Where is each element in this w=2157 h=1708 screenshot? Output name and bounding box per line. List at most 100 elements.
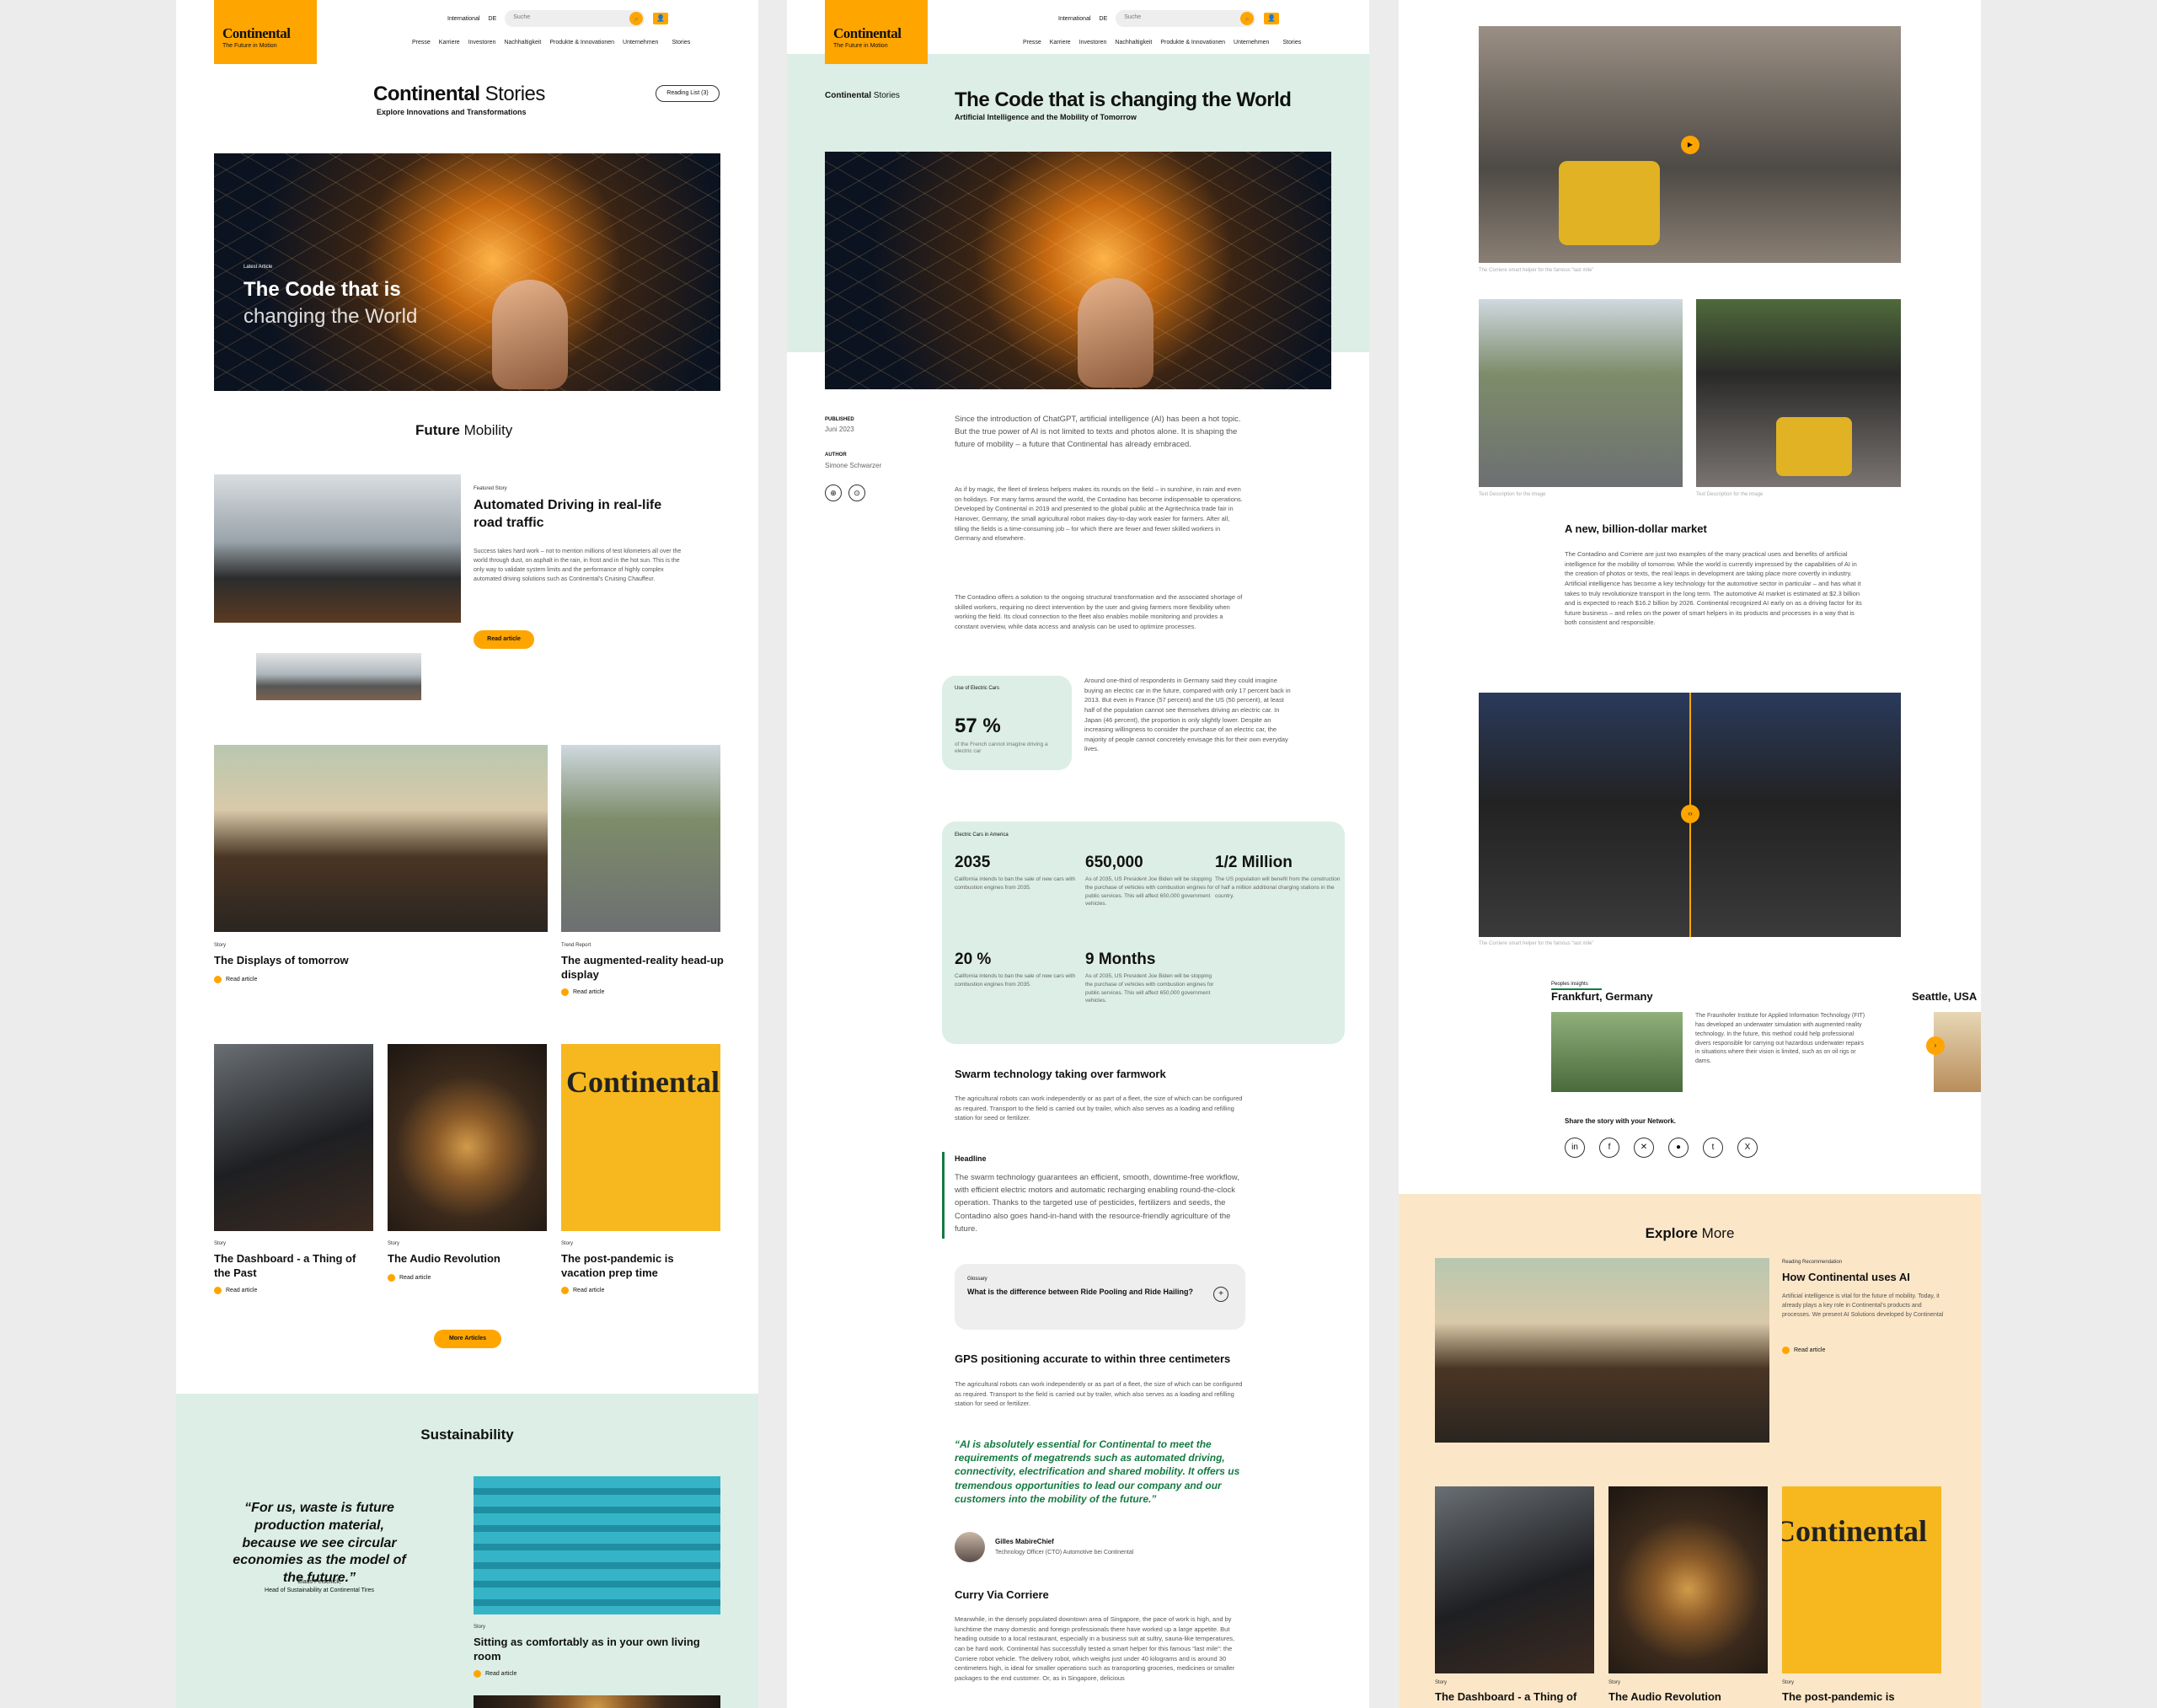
arrow-icon (474, 1670, 481, 1679)
play-icon[interactable]: ▶ (1681, 136, 1699, 154)
linkedin-icon[interactable]: in (1565, 1138, 1585, 1158)
stadium-seats-image[interactable] (474, 1476, 720, 1614)
sustainability-title: Sustainability (420, 1427, 514, 1443)
featured-image-secondary (256, 653, 421, 700)
corriere-robot-video[interactable]: ▶ (1479, 26, 1901, 263)
card-kicker: Story (561, 1241, 574, 1246)
card-read-link[interactable]: Read article (214, 976, 257, 984)
card-title[interactable]: The Dashboard - a Thing of the Past (214, 1252, 373, 1281)
card-title[interactable]: Sitting as comfortably as in your own li… (474, 1636, 720, 1664)
brand-tagline: The Future in Motion (833, 43, 888, 49)
card-title[interactable]: The Audio Revolution (388, 1252, 547, 1266)
carousel-next-icon[interactable]: › (1926, 1036, 1945, 1055)
highlight-label: Headline (955, 1154, 987, 1163)
nav-presse[interactable]: Presse (1023, 40, 1041, 46)
nav-karriere[interactable]: Karriere (1050, 40, 1071, 46)
expand-plus-icon[interactable]: + (1213, 1287, 1228, 1302)
card-read-link[interactable]: Read article (561, 988, 604, 997)
card-image-dashboard[interactable] (214, 1044, 373, 1231)
card-title[interactable]: The augmented-reality head-up display (561, 954, 725, 983)
card-title[interactable]: The Displays of tomorrow (214, 954, 534, 968)
region-select[interactable]: International (447, 16, 480, 22)
nav-investoren[interactable]: Investoren (468, 40, 496, 46)
featured-title[interactable]: Automated Driving in real-life road traf… (474, 497, 676, 533)
arrow-icon (561, 1287, 569, 1295)
avatar (955, 1532, 985, 1562)
tumblr-icon[interactable]: t (1703, 1138, 1723, 1158)
nav-produkte[interactable]: Produkte & Innovationen (1160, 40, 1225, 46)
card-image-displays[interactable] (214, 745, 548, 932)
search-input[interactable]: Suche ⌕ (505, 10, 645, 27)
facebook-icon[interactable]: f (1599, 1138, 1619, 1158)
nav-unternehmen[interactable]: Unternehmen (623, 40, 658, 46)
x-icon[interactable]: X (1737, 1138, 1758, 1158)
card-read-link[interactable]: Read article (561, 1287, 605, 1295)
search-icon[interactable]: ⌕ (629, 12, 644, 25)
card-title[interactable]: The post-pandemic is (1782, 1690, 1895, 1705)
language-select[interactable]: DE (489, 16, 497, 22)
arrow-icon (388, 1274, 395, 1282)
reddit-icon[interactable]: ● (1668, 1138, 1689, 1158)
arrow-icon (561, 988, 569, 997)
brand-tagline: The Future in Motion (222, 43, 277, 49)
featured-image[interactable] (214, 474, 461, 623)
xing-icon[interactable]: ✕ (1634, 1138, 1654, 1158)
breadcrumb[interactable]: Continental Stories (825, 90, 900, 101)
nav-investoren[interactable]: Investoren (1079, 40, 1107, 46)
card-read-link[interactable]: Read article (474, 1670, 517, 1679)
continental-logo[interactable]: Continental The Future in Motion (214, 0, 317, 64)
nav-unternehmen[interactable]: Unternehmen (1234, 40, 1269, 46)
share-icon[interactable]: ⊙ (848, 485, 865, 501)
card-image-audio[interactable] (1608, 1486, 1768, 1673)
search-icon[interactable]: ⌕ (1240, 12, 1255, 25)
article-intro: Since the introduction of ChatGPT, artif… (955, 415, 1241, 450)
delivery-robot-shop-image[interactable] (1696, 299, 1901, 487)
city-traffic-image[interactable] (1479, 299, 1683, 487)
glossary-question[interactable]: What is the difference between Ride Pool… (967, 1288, 1212, 1298)
drag-handle-icon[interactable]: ‹› (1681, 805, 1699, 823)
card-image-pandemic[interactable]: Continental (561, 1044, 720, 1231)
language-select[interactable]: DE (1100, 16, 1108, 22)
search-input[interactable]: Suche ⌕ (1116, 10, 1256, 27)
bookmark-icon[interactable]: ⊕ (825, 485, 842, 501)
featured-read-article-button[interactable]: Read article (474, 630, 534, 649)
nav-presse[interactable]: Presse (412, 40, 431, 46)
card-title[interactable]: The Audio Revolution (1608, 1690, 1721, 1705)
nav-karriere[interactable]: Karriere (439, 40, 460, 46)
stat-description: of the French cannot imagine driving a e… (955, 742, 1048, 755)
nav-produkte[interactable]: Produkte & Innovationen (549, 40, 614, 46)
nav-stories[interactable]: Stories (1282, 40, 1301, 46)
more-articles-button[interactable]: More Articles (434, 1330, 501, 1348)
card-read-link[interactable]: Read article (388, 1274, 431, 1282)
user-icon[interactable]: 👤 (653, 13, 669, 24)
card-image-hud[interactable] (561, 745, 720, 932)
rec-title[interactable]: How Continental uses AI (1782, 1271, 1910, 1285)
nav-stories[interactable]: Stories (672, 40, 690, 46)
continental-logo[interactable]: Continental The Future in Motion (825, 0, 928, 64)
stat-number: 20 % (955, 950, 992, 968)
glossary-accordion[interactable]: Glossary What is the difference between … (955, 1264, 1245, 1330)
rec-read-link[interactable]: Read article (1782, 1347, 1825, 1355)
user-icon[interactable]: 👤 (1264, 13, 1280, 24)
card-image-audio[interactable] (388, 1044, 547, 1231)
card-kicker: Story (474, 1625, 486, 1630)
stat-number: 2035 (955, 854, 991, 871)
card-image-pandemic[interactable]: Continental (1782, 1486, 1941, 1673)
explore-more-section: Explore More Reading Recommendation How … (1399, 1194, 1981, 1708)
reading-list-button[interactable]: Reading List (3) (656, 85, 720, 102)
insight-text: The Fraunhofer Institute for Applied Inf… (1695, 1013, 1865, 1065)
region-select[interactable]: International (1058, 16, 1091, 22)
card-kicker: Story (1782, 1680, 1795, 1685)
card-title[interactable]: The post-pandemic is vacation prep time (561, 1252, 720, 1281)
nav-nachhaltigkeit[interactable]: Nachhaltigkeit (504, 40, 541, 46)
hero-image[interactable]: Latest Article The Code that is changing… (214, 153, 720, 391)
card-image-dashboard[interactable] (1435, 1486, 1594, 1673)
highlight-bar (942, 1152, 945, 1239)
cockpit-comparison-slider[interactable]: ‹› (1479, 693, 1901, 937)
recommendation-image[interactable] (1435, 1258, 1769, 1443)
header-controls: International DE Suche ⌕ 👤 (1058, 10, 1280, 27)
nav-nachhaltigkeit[interactable]: Nachhaltigkeit (1115, 40, 1152, 46)
card-read-link[interactable]: Read article (214, 1287, 257, 1295)
read-link-label: Read article (573, 1288, 605, 1293)
card-title[interactable]: The Dashboard - a Thing of (1435, 1690, 1576, 1705)
